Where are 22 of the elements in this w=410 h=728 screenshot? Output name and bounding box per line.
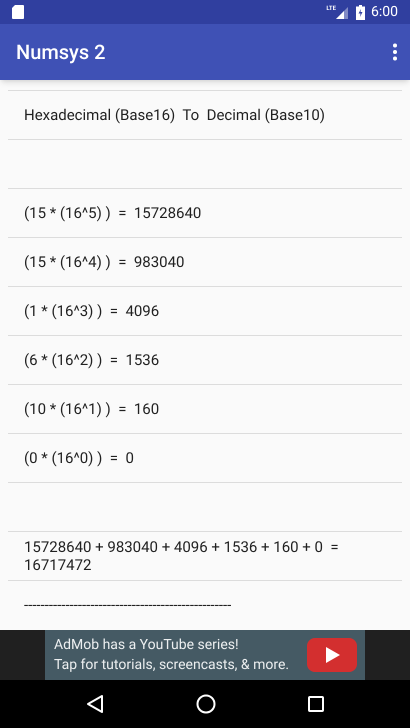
signal-icon — [336, 5, 348, 19]
back-icon[interactable] — [86, 694, 104, 714]
list-item-text: 15728640 + 983040 + 4096 + 1536 + 160 + 0 = 16717472 — [24, 538, 340, 574]
battery-icon — [356, 4, 365, 20]
ad-banner[interactable]: AdMob has a YouTube series! Tap for tutorials, screencasts, & more. — [45, 630, 365, 680]
list-item-text: (10 * (16^1) ) = 160 — [24, 400, 160, 418]
list-item-text: (15 * (16^5) ) = 15728640 — [24, 204, 202, 222]
list-item-text: (6 * (16^2) ) = 1536 — [24, 351, 160, 369]
play-icon — [307, 638, 357, 672]
list-item-text: Hexadecimal (Base16) To Decimal (Base10) — [24, 106, 326, 124]
list-item-text: -------------------------------------------------- — [24, 596, 232, 614]
sd-card-icon — [12, 5, 24, 19]
list-item-text: (1 * (16^3) ) = 4096 — [24, 302, 160, 320]
ad-headline: AdMob has a YouTube series! — [54, 636, 240, 655]
app-title: Numsys 2 — [16, 39, 106, 66]
list-item-text: (15 * (16^4) ) = 983040 — [24, 253, 184, 271]
home-icon[interactable] — [196, 694, 216, 714]
clock-time: 6:00 — [371, 2, 398, 22]
list-item-text: (0 * (16^0) ) = 0 — [24, 449, 134, 467]
overflow-menu-icon[interactable] — [392, 43, 398, 61]
recents-icon[interactable] — [308, 696, 324, 712]
ad-subline: Tap for tutorials, screencasts, & more. — [54, 656, 290, 675]
